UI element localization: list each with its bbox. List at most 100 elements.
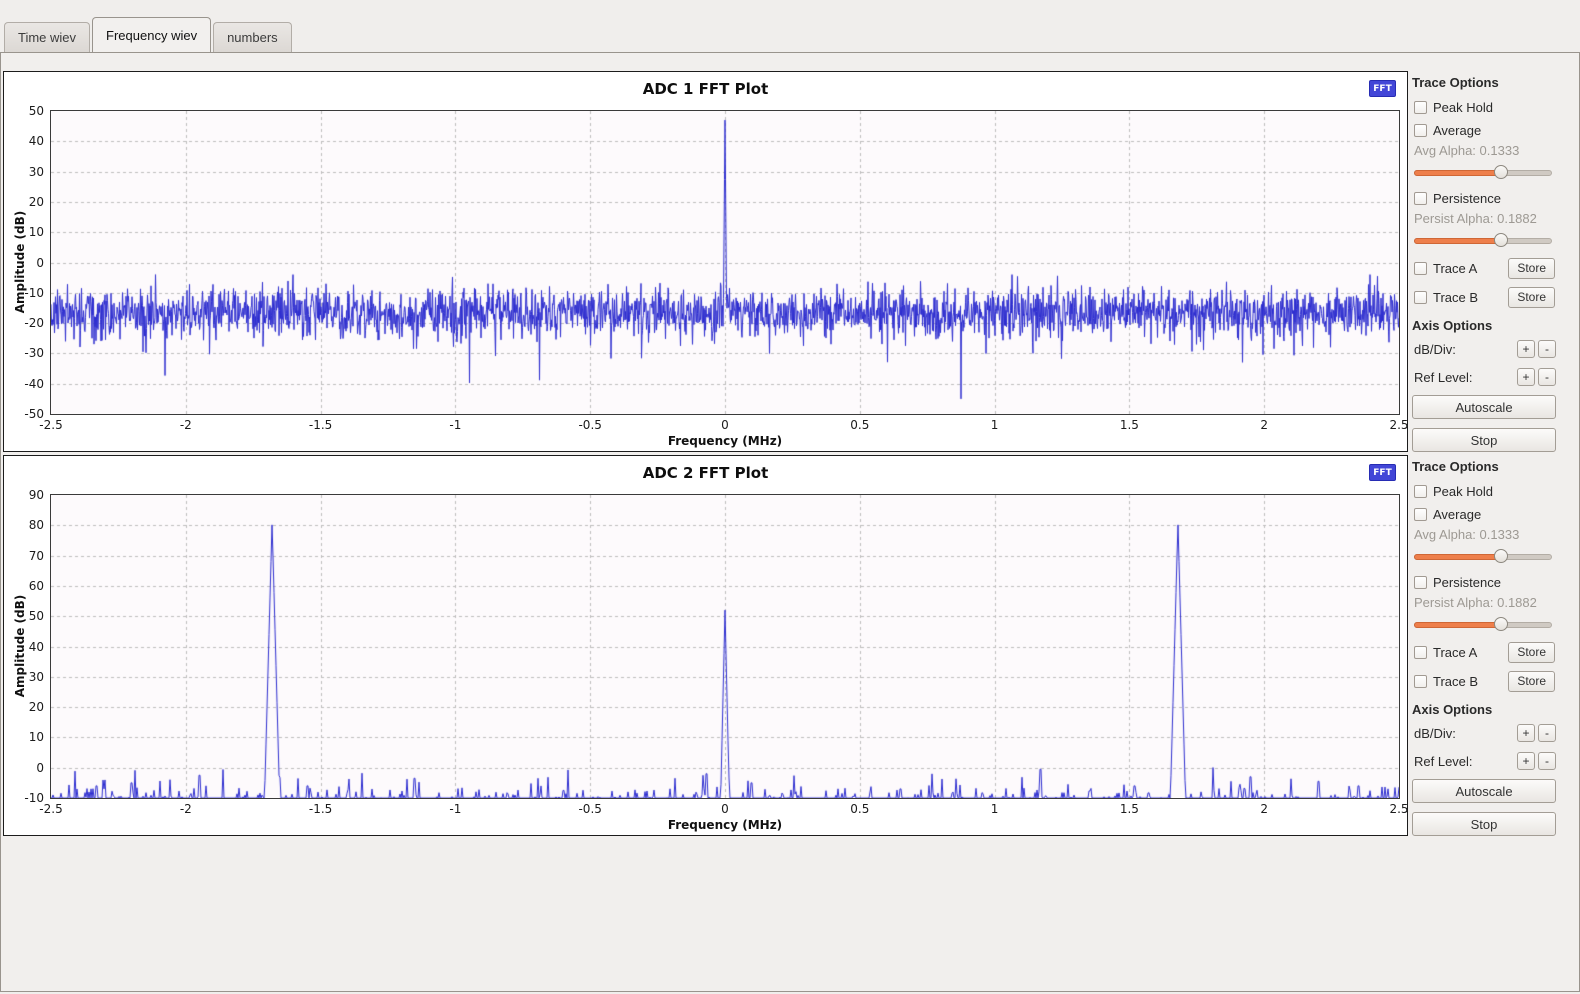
- y-tick-label: 20: [29, 195, 44, 209]
- average-row[interactable]: Average: [1414, 121, 1558, 139]
- tab-time-wiev[interactable]: Time wiev: [4, 22, 90, 52]
- store-a-button[interactable]: Store: [1508, 258, 1555, 279]
- axis-options-header: Axis Options: [1412, 702, 1558, 720]
- persist-alpha-value: Persist Alpha: 0.1882: [1414, 595, 1558, 611]
- store-b-button[interactable]: Store: [1508, 287, 1555, 308]
- x-tick-label: -1: [449, 418, 461, 432]
- fft-panel-adc2: ADC 2 FFT Plot FFT Amplitude (dB) 908070…: [3, 455, 1408, 836]
- average-label: Average: [1433, 507, 1481, 522]
- y-tick-label: 10: [29, 730, 44, 744]
- peak-hold-label: Peak Hold: [1433, 484, 1493, 499]
- x-tick-label: -2: [180, 418, 192, 432]
- y-tick-labels: 9080706050403020100-10: [4, 494, 47, 799]
- y-tick-label: 50: [29, 104, 44, 118]
- store-b-button[interactable]: Store: [1508, 671, 1555, 692]
- avg-alpha-slider[interactable]: [1414, 549, 1552, 563]
- peak-hold-row[interactable]: Peak Hold: [1414, 98, 1558, 116]
- x-axis-label: Frequency (MHz): [50, 434, 1400, 448]
- autoscale-button[interactable]: Autoscale: [1412, 779, 1556, 803]
- persistence-label: Persistence: [1433, 575, 1501, 590]
- ref-level-label: Ref Level:: [1414, 370, 1473, 385]
- average-label: Average: [1433, 123, 1481, 138]
- y-tick-label: 0: [36, 256, 44, 270]
- trace-b-checkbox[interactable]: [1414, 291, 1427, 304]
- y-tick-label: 40: [29, 640, 44, 654]
- average-row[interactable]: Average: [1414, 505, 1558, 523]
- x-tick-label: -1: [449, 802, 461, 816]
- x-tick-labels: -2.5-2-1.5-1-0.500.511.522.5: [51, 418, 1399, 433]
- ref-level-plus-button[interactable]: +: [1517, 752, 1535, 770]
- plot-title: ADC 1 FFT Plot: [4, 80, 1407, 98]
- tab-bar: Time wievFrequency wievnumbers: [0, 0, 1580, 52]
- x-tick-label: 2: [1260, 802, 1268, 816]
- slider-handle[interactable]: [1494, 617, 1508, 631]
- slider-handle[interactable]: [1494, 549, 1508, 563]
- persistence-label: Persistence: [1433, 191, 1501, 206]
- fft-badge[interactable]: FFT: [1369, 80, 1396, 97]
- trace-b-label: Trace B: [1433, 290, 1478, 305]
- y-tick-label: 70: [29, 549, 44, 563]
- x-tick-label: 2: [1260, 418, 1268, 432]
- db-div-label: dB/Div:: [1414, 726, 1456, 741]
- trace-a-row: Trace A Store: [1414, 257, 1558, 279]
- stop-button[interactable]: Stop: [1412, 812, 1556, 836]
- store-a-button[interactable]: Store: [1508, 642, 1555, 663]
- ref-level-label: Ref Level:: [1414, 754, 1473, 769]
- x-axis-label: Frequency (MHz): [50, 818, 1400, 832]
- ref-level-row: Ref Level: + -: [1414, 751, 1556, 771]
- stop-button[interactable]: Stop: [1412, 428, 1556, 452]
- average-checkbox[interactable]: [1414, 508, 1427, 521]
- slider-fill: [1414, 238, 1501, 244]
- y-tick-label: 50: [29, 609, 44, 623]
- y-tick-label: -40: [24, 377, 44, 391]
- tab-frequency-wiev[interactable]: Frequency wiev: [92, 17, 211, 52]
- trace-options-panel-2: Trace Options Peak Hold Average Avg Alph…: [1410, 455, 1558, 836]
- persistence-checkbox[interactable]: [1414, 192, 1427, 205]
- plot-area: [50, 110, 1400, 415]
- ref-level-minus-button[interactable]: -: [1538, 752, 1556, 770]
- slider-fill: [1414, 622, 1501, 628]
- x-tick-label: -2: [180, 802, 192, 816]
- x-tick-label: 1.5: [1120, 802, 1139, 816]
- trace-options-panel-1: Trace Options Peak Hold Average Avg Alph…: [1410, 71, 1558, 452]
- db-div-minus-button[interactable]: -: [1538, 724, 1556, 742]
- db-div-plus-button[interactable]: +: [1517, 340, 1535, 358]
- trace-a-checkbox[interactable]: [1414, 262, 1427, 275]
- slider-handle[interactable]: [1494, 165, 1508, 179]
- trace-a-label: Trace A: [1433, 261, 1477, 276]
- content-frame: ADC 1 FFT Plot FFT Amplitude (dB) 504030…: [0, 52, 1580, 992]
- y-tick-label: -20: [24, 316, 44, 330]
- autoscale-button[interactable]: Autoscale: [1412, 395, 1556, 419]
- fft-plot-canvas-1[interactable]: [51, 111, 1399, 414]
- slider-handle[interactable]: [1494, 233, 1508, 247]
- db-div-minus-button[interactable]: -: [1538, 340, 1556, 358]
- persist-alpha-slider[interactable]: [1414, 233, 1552, 247]
- persistence-row[interactable]: Persistence: [1414, 573, 1558, 591]
- x-tick-label: 0: [721, 802, 729, 816]
- db-div-row: dB/Div: + -: [1414, 339, 1556, 359]
- tab-numbers[interactable]: numbers: [213, 22, 292, 52]
- fft-plot-canvas-2[interactable]: [51, 495, 1399, 798]
- peak-hold-checkbox[interactable]: [1414, 485, 1427, 498]
- peak-hold-checkbox[interactable]: [1414, 101, 1427, 114]
- y-tick-label: -10: [24, 286, 44, 300]
- trace-a-checkbox[interactable]: [1414, 646, 1427, 659]
- trace-b-checkbox[interactable]: [1414, 675, 1427, 688]
- db-div-row: dB/Div: + -: [1414, 723, 1556, 743]
- ref-level-plus-button[interactable]: +: [1517, 368, 1535, 386]
- persist-alpha-slider[interactable]: [1414, 617, 1552, 631]
- persistence-checkbox[interactable]: [1414, 576, 1427, 589]
- x-tick-label: -1.5: [309, 802, 332, 816]
- ref-level-minus-button[interactable]: -: [1538, 368, 1556, 386]
- average-checkbox[interactable]: [1414, 124, 1427, 137]
- y-tick-label: 0: [36, 761, 44, 775]
- y-tick-label: 30: [29, 670, 44, 684]
- peak-hold-row[interactable]: Peak Hold: [1414, 482, 1558, 500]
- db-div-label: dB/Div:: [1414, 342, 1456, 357]
- avg-alpha-slider[interactable]: [1414, 165, 1552, 179]
- db-div-plus-button[interactable]: +: [1517, 724, 1535, 742]
- slider-fill: [1414, 554, 1501, 560]
- fft-badge[interactable]: FFT: [1369, 464, 1396, 481]
- x-tick-label: 1.5: [1120, 418, 1139, 432]
- persistence-row[interactable]: Persistence: [1414, 189, 1558, 207]
